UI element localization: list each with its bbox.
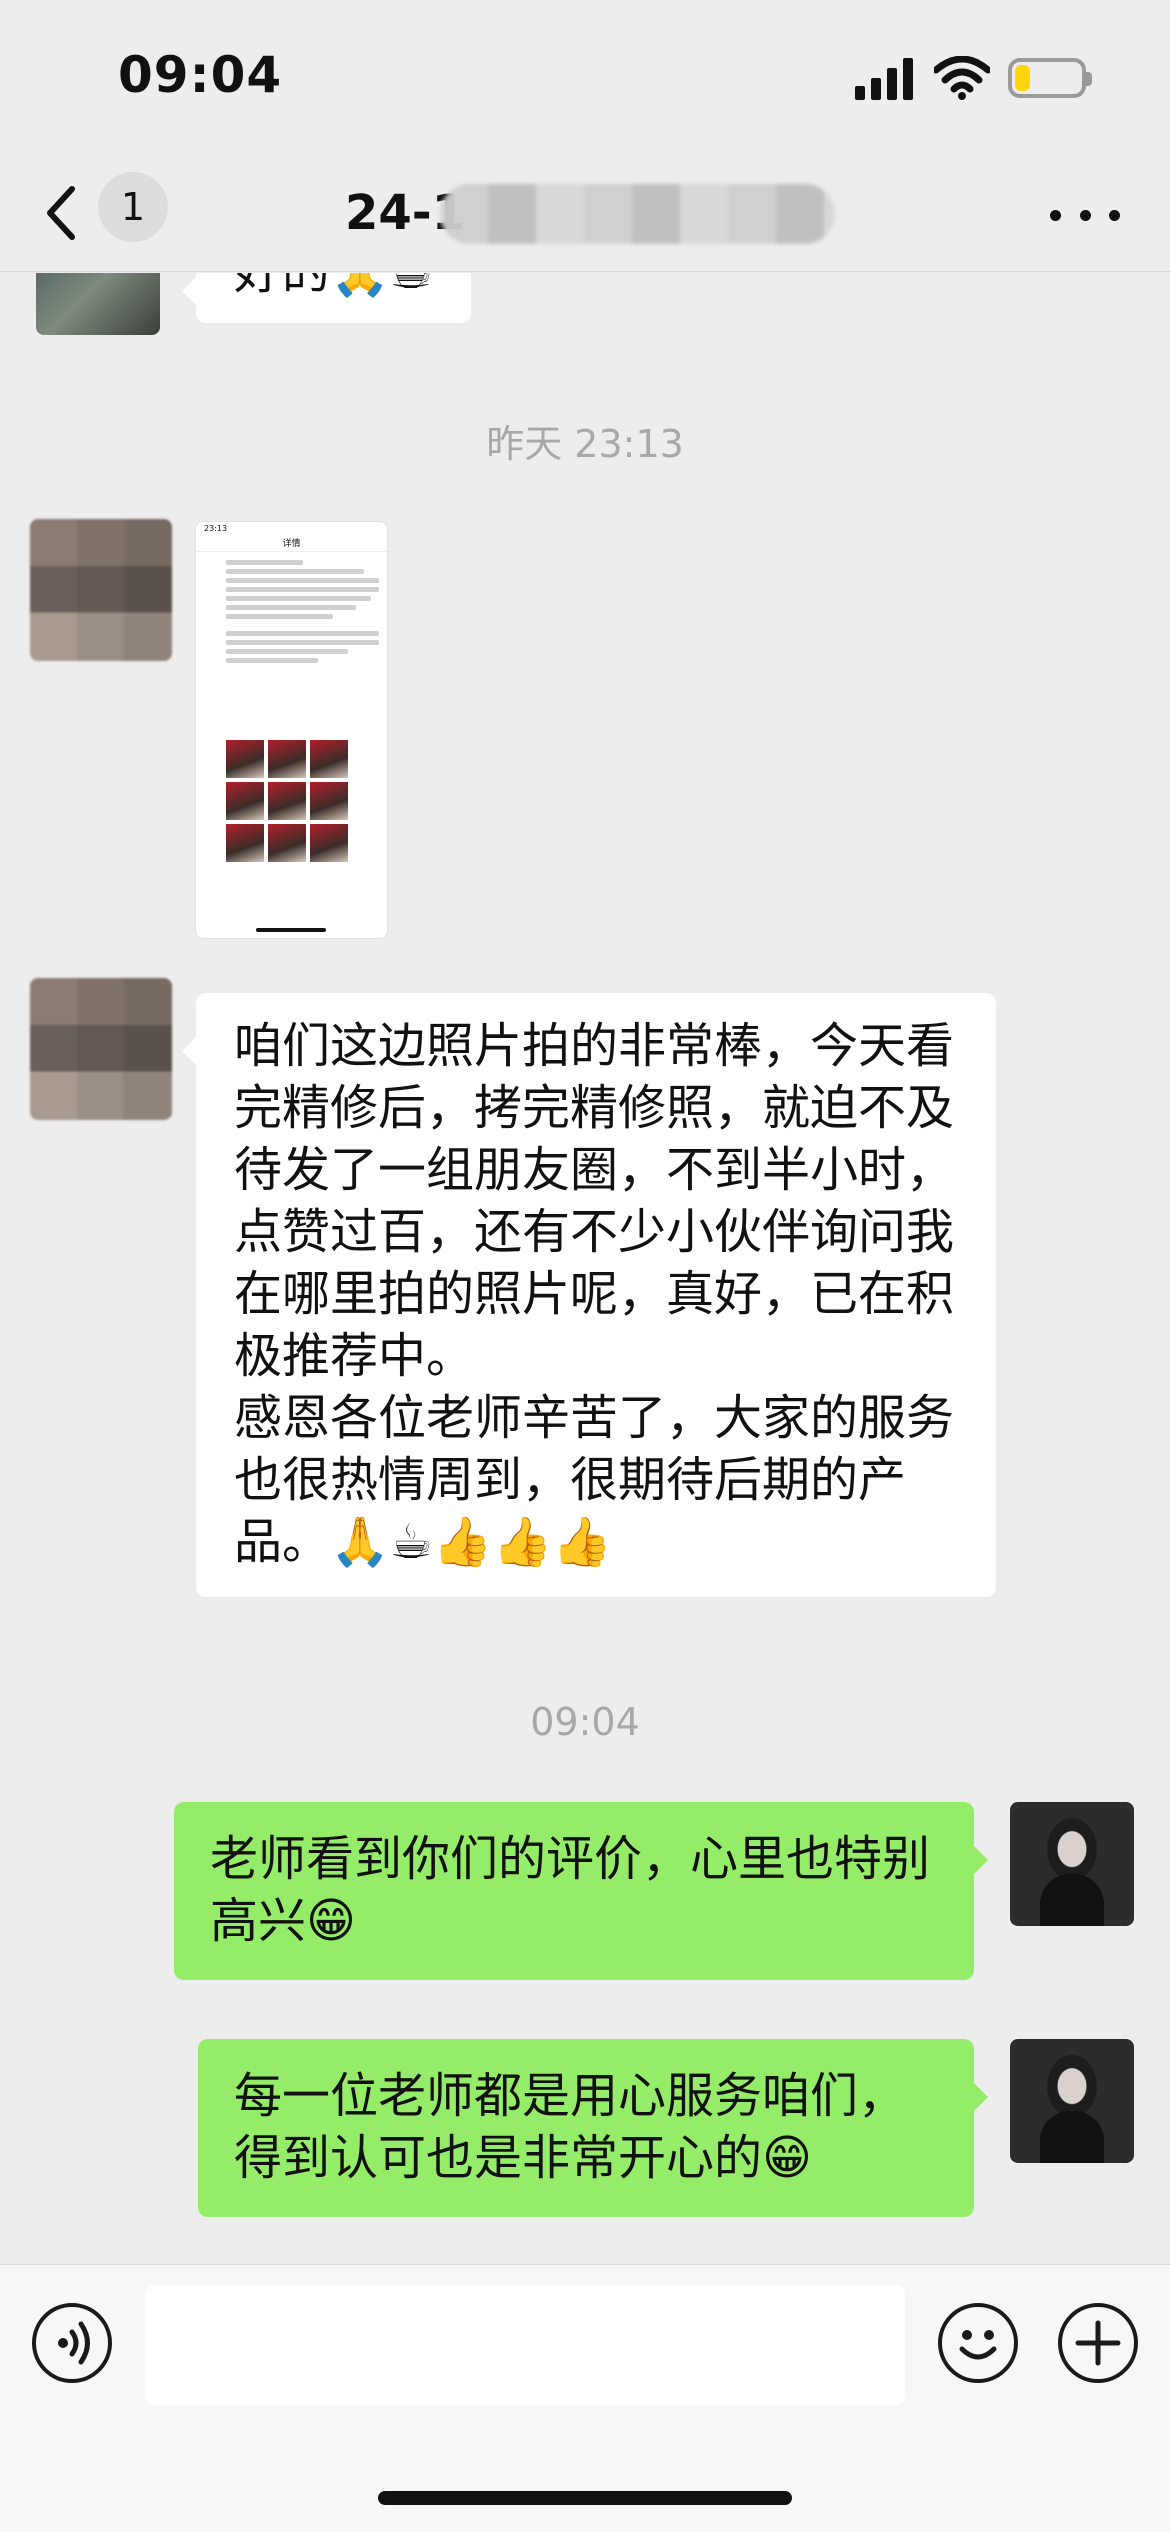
wifi-icon — [934, 56, 990, 100]
thumb-text-lines — [196, 552, 387, 663]
sender-avatar[interactable] — [30, 978, 172, 1120]
emoji-button[interactable] — [938, 2303, 1018, 2383]
sender-avatar[interactable] — [36, 273, 160, 335]
thumb-statusbar: 23:13 — [204, 524, 228, 533]
chat-screen: 09:04 1 24-1 昨天 23:13 23:13 详情 咱们这边照片拍的非… — [0, 0, 1170, 2532]
message-list[interactable]: 好的🙏☕ 昨天 23:13 23:13 详情 咱们这边照片拍的非常棒，今天看完精… — [0, 273, 1170, 2263]
timestamp-separator: 09:04 — [530, 1700, 640, 1744]
status-time: 09:04 — [118, 46, 283, 104]
thumb-photo-grid — [226, 740, 352, 862]
timestamp-separator: 昨天 23:13 — [486, 422, 684, 466]
sender-avatar[interactable] — [30, 519, 172, 661]
battery-level — [1015, 65, 1031, 91]
plus-icon — [1075, 2320, 1121, 2366]
image-message[interactable]: 23:13 详情 — [195, 521, 388, 939]
message-bubble-incoming[interactable]: 咱们这边照片拍的非常棒，今天看完精修后，拷完精修照，就迫不及待发了一组朋友圈，不… — [182, 993, 996, 1597]
message-bubble-outgoing[interactable]: 每一位老师都是用心服务咱们，得到认可也是非常开心的😁 — [198, 2039, 988, 2217]
my-avatar[interactable] — [1010, 1802, 1134, 1926]
my-avatar[interactable] — [1010, 2039, 1134, 2163]
nav-bar: 1 24-1 — [0, 160, 1170, 272]
ellipsis-icon — [1050, 209, 1061, 221]
thumb-title: 详情 — [196, 536, 387, 552]
voice-button[interactable] — [32, 2303, 112, 2383]
title-redaction — [440, 184, 835, 244]
home-indicator — [378, 2491, 792, 2505]
message-bubble-outgoing[interactable]: 老师看到你们的评价，心里也特别高兴😁 — [174, 1802, 988, 1980]
thumb-home-indicator — [256, 928, 326, 932]
back-button[interactable] — [44, 178, 84, 248]
unread-count-badge[interactable]: 1 — [98, 172, 168, 242]
more-functions-button[interactable] — [1058, 2303, 1138, 2383]
more-options-button[interactable] — [1050, 190, 1120, 240]
status-bar: 09:04 — [0, 0, 1170, 160]
message-bubble-incoming[interactable]: 好的🙏☕ — [182, 273, 471, 323]
input-bar — [0, 2264, 1170, 2532]
emoji-icon — [959, 2330, 997, 2360]
voice-icon — [58, 2321, 90, 2365]
chevron-left-icon — [47, 186, 75, 240]
battery-icon — [1008, 58, 1092, 98]
message-input[interactable] — [145, 2285, 905, 2405]
cellular-signal-icon — [855, 58, 913, 100]
